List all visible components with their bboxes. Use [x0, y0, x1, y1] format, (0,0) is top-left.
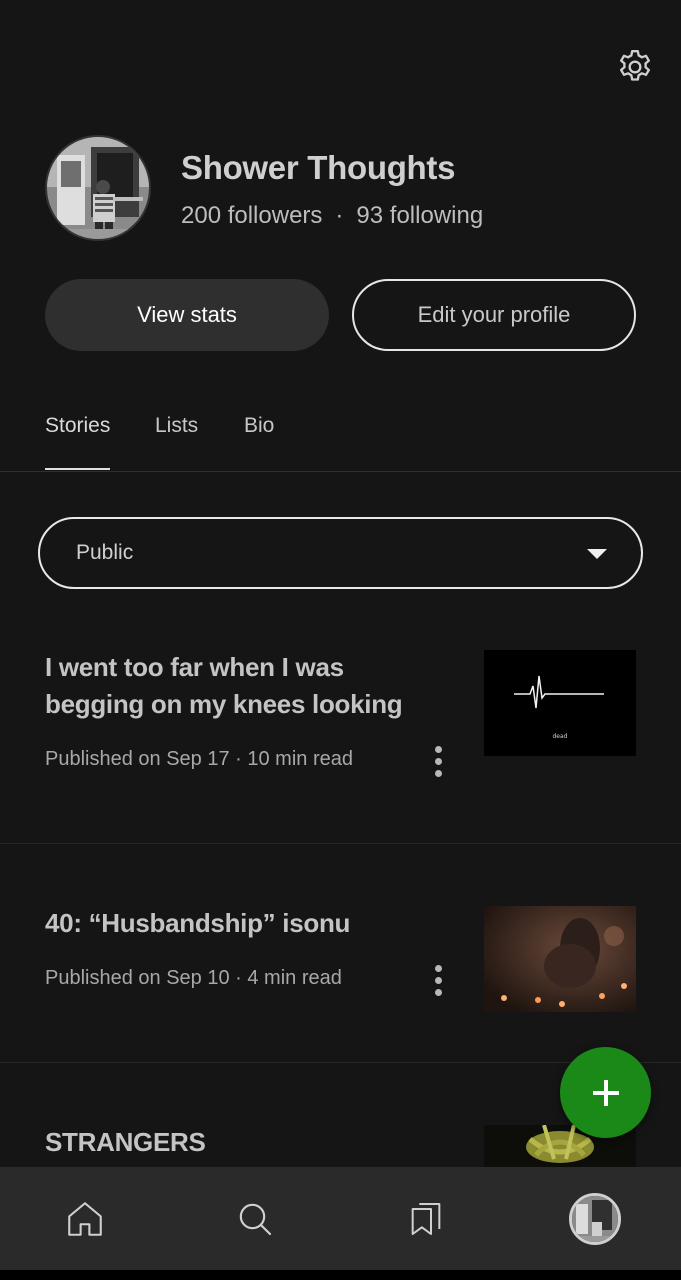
search-icon — [239, 1203, 272, 1236]
settings-button[interactable] — [612, 44, 658, 90]
tab-stories[interactable]: Stories — [45, 414, 111, 470]
bottom-navigation — [0, 1167, 681, 1270]
followers-count[interactable]: 200 followers — [181, 202, 322, 229]
tab-bio[interactable]: Bio — [244, 414, 274, 468]
more-options-icon[interactable] — [426, 960, 450, 1000]
home-icon — [68, 1202, 102, 1236]
gear-icon — [620, 50, 650, 81]
profile-stats: 200 followers · 93 following — [181, 202, 483, 230]
visibility-selected: Public — [76, 541, 134, 564]
nav-profile[interactable] — [567, 1191, 623, 1247]
nav-home[interactable] — [57, 1191, 113, 1247]
nav-library[interactable] — [398, 1191, 454, 1247]
tab-lists[interactable]: Lists — [155, 414, 198, 468]
following-count[interactable]: 93 following — [356, 202, 483, 229]
profile-tabs: Stories Lists Bio — [0, 400, 681, 472]
story-thumbnail[interactable] — [484, 906, 636, 1012]
profile-screen: Shower Thoughts 200 followers · 93 followi… — [0, 0, 681, 1270]
story-title[interactable]: I went too far when I was begging on my … — [45, 649, 425, 723]
story-thumbnail[interactable]: dead — [484, 650, 636, 756]
more-options-icon[interactable] — [426, 741, 450, 781]
story-title[interactable]: 40: “Husbandship” isonu — [45, 905, 425, 942]
bookmarks-icon — [411, 1203, 441, 1235]
story-item: I went too far when I was begging on my … — [0, 600, 681, 844]
story-meta: Published on Sep 10 · 4 min read — [45, 967, 342, 989]
story-meta: Published on Sep 17 · 10 min read — [45, 748, 353, 770]
visibility-dropdown[interactable]: Public — [38, 517, 643, 589]
stats-separator: · — [335, 202, 344, 229]
story-item: 40: “Husbandship” isonu Published on Sep… — [0, 844, 681, 1063]
profile-header: Shower Thoughts 200 followers · 93 followi… — [45, 135, 645, 243]
new-story-button[interactable] — [560, 1047, 651, 1138]
view-stats-button[interactable]: View stats — [45, 279, 329, 351]
thumbnail-caption: dead — [553, 733, 568, 740]
story-title[interactable]: STRANGERS — [45, 1124, 425, 1161]
avatar[interactable] — [45, 135, 151, 241]
plus-icon — [592, 1079, 619, 1106]
edit-profile-button[interactable]: Edit your profile — [352, 279, 636, 351]
profile-name: Shower Thoughts — [181, 149, 456, 186]
nav-search[interactable] — [227, 1191, 283, 1247]
caret-down-icon — [587, 549, 607, 559]
profile-avatar — [569, 1193, 621, 1245]
